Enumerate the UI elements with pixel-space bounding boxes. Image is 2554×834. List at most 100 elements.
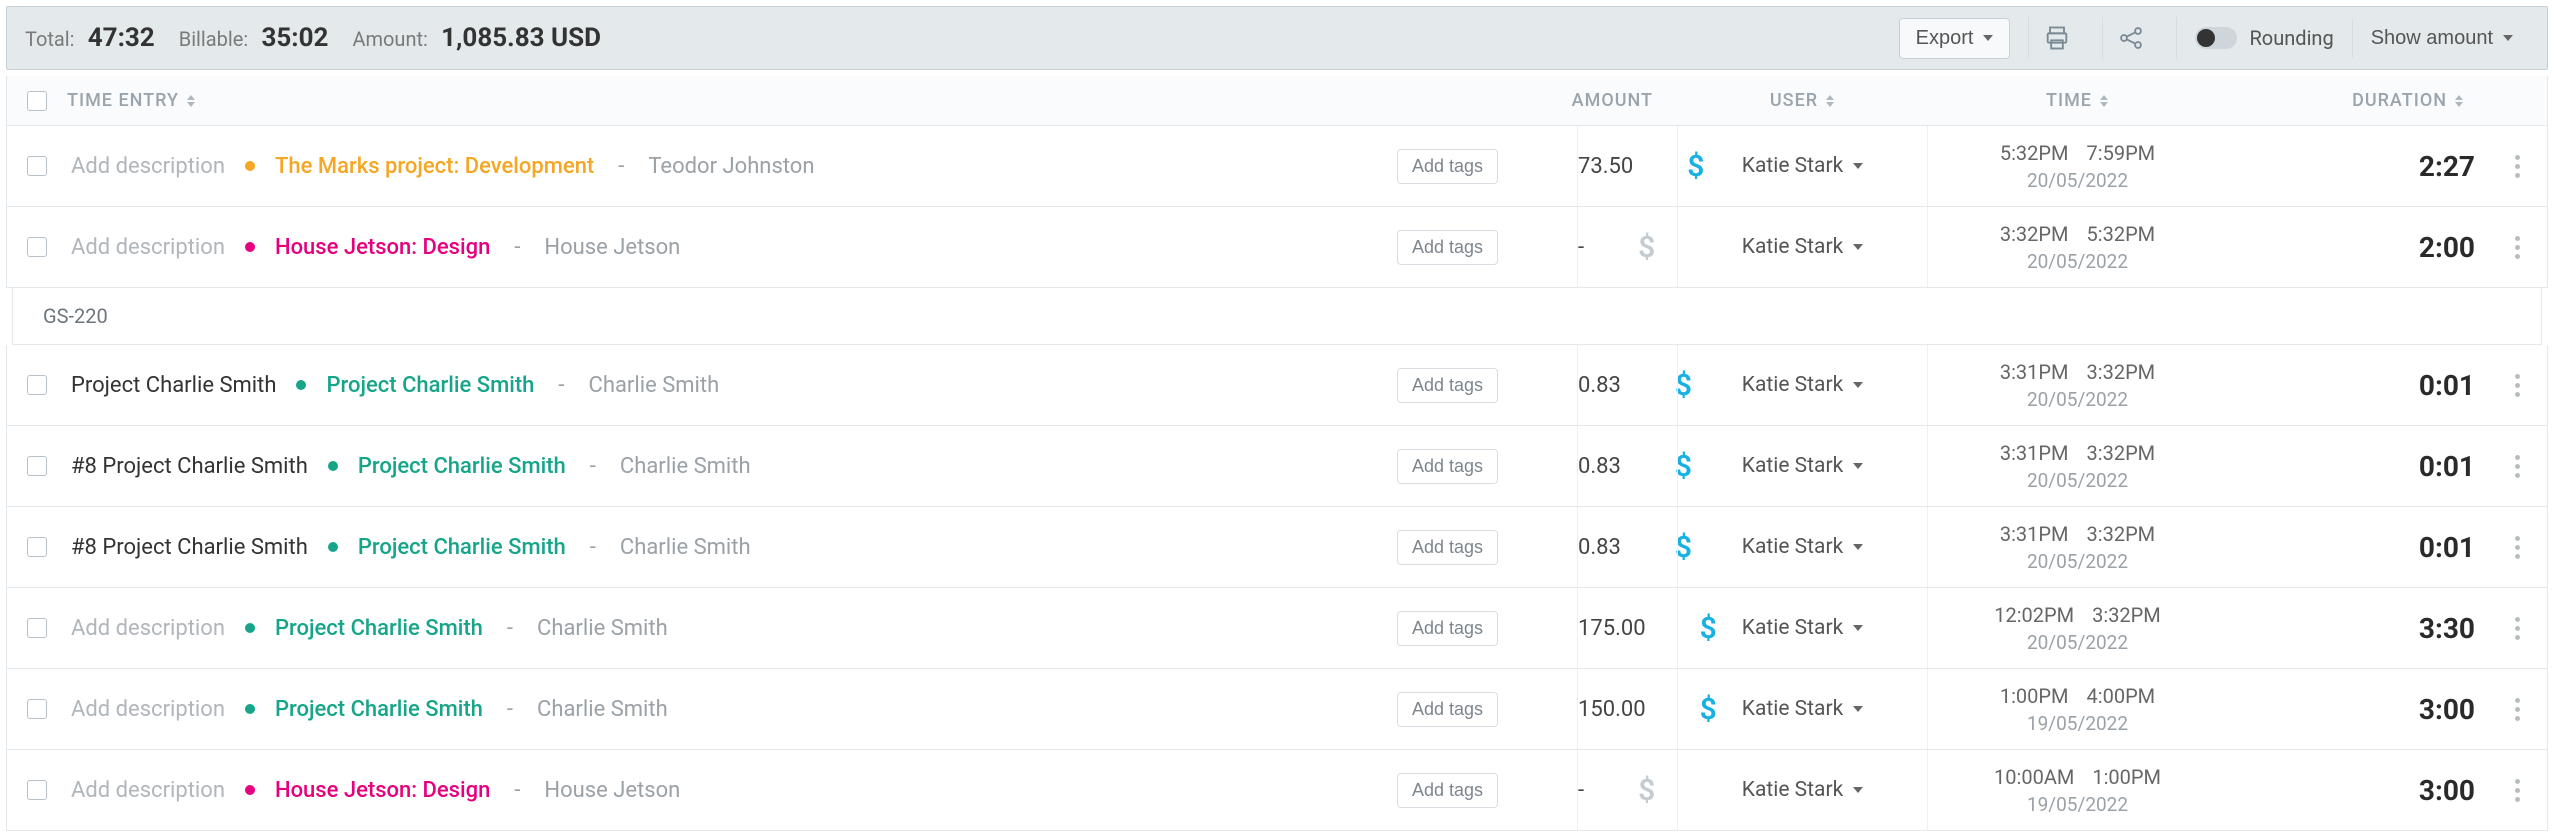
time-cell[interactable]: 1:00PM4:00PM19/05/2022: [1927, 669, 2227, 749]
col-duration[interactable]: DURATION: [2227, 90, 2487, 111]
row-more-button[interactable]: [2487, 536, 2547, 559]
entry-description[interactable]: Add description: [71, 154, 225, 179]
table-row: Add descriptionHouse Jetson: Design - Ho…: [6, 750, 2548, 831]
user-select[interactable]: Katie Stark: [1677, 207, 1927, 287]
add-tags-button[interactable]: Add tags: [1397, 611, 1498, 646]
time-cell[interactable]: 10:00AM1:00PM19/05/2022: [1927, 750, 2227, 830]
row-more-button[interactable]: [2487, 374, 2547, 397]
row-checkbox[interactable]: [27, 375, 47, 395]
row-more-button[interactable]: [2487, 236, 2547, 259]
time-cell[interactable]: 3:31PM3:32PM20/05/2022: [1927, 426, 2227, 506]
add-tags-button[interactable]: Add tags: [1397, 368, 1498, 403]
row-more-button[interactable]: [2487, 455, 2547, 478]
more-vertical-icon: [2515, 698, 2520, 721]
user-select[interactable]: Katie Stark: [1677, 588, 1927, 668]
description-cell[interactable]: #8 Project Charlie Smith Project Charlie …: [67, 454, 1397, 479]
add-tags-button[interactable]: Add tags: [1397, 773, 1498, 808]
user-select[interactable]: Katie Stark: [1677, 507, 1927, 587]
row-more-button[interactable]: [2487, 617, 2547, 640]
duration-value[interactable]: 3:30: [2227, 612, 2487, 645]
amount-value: 0.83: [1578, 535, 1647, 560]
time-end: 1:00PM: [2092, 765, 2161, 789]
description-cell[interactable]: Add descriptionProject Charlie Smith - C…: [67, 616, 1397, 641]
row-checkbox[interactable]: [27, 237, 47, 257]
project-name[interactable]: Project Charlie Smith: [326, 373, 534, 398]
billable-toggle[interactable]: $: [1628, 230, 1665, 265]
rounding-label: Rounding: [2249, 26, 2333, 50]
user-select[interactable]: Katie Stark: [1677, 126, 1927, 206]
user-select[interactable]: Katie Stark: [1677, 426, 1927, 506]
project-name[interactable]: House Jetson: Design: [275, 235, 490, 260]
duration-value[interactable]: 0:01: [2227, 450, 2487, 483]
col-time-entry[interactable]: TIME ENTRY: [67, 90, 1397, 111]
select-all-checkbox[interactable]: [27, 91, 47, 111]
description-cell[interactable]: Add descriptionHouse Jetson: Design - Ho…: [67, 778, 1397, 803]
duration-value[interactable]: 2:00: [2227, 231, 2487, 264]
add-tags-button[interactable]: Add tags: [1397, 692, 1498, 727]
entry-description[interactable]: #8 Project Charlie Smith: [71, 535, 308, 560]
sort-icon: [1826, 95, 1834, 107]
project-name[interactable]: Project Charlie Smith: [275, 616, 483, 641]
description-cell[interactable]: Add descriptionHouse Jetson: Design - Ho…: [67, 235, 1397, 260]
col-time[interactable]: TIME: [1927, 90, 2227, 111]
amount-value: -: [1578, 235, 1610, 260]
show-amount-label: Show amount: [2371, 27, 2493, 50]
time-cell[interactable]: 3:32PM5:32PM20/05/2022: [1927, 207, 2227, 287]
user-select[interactable]: Katie Stark: [1677, 669, 1927, 749]
time-date: 19/05/2022: [2027, 712, 2128, 735]
rounding-toggle[interactable]: [2195, 27, 2237, 49]
print-button[interactable]: [2028, 17, 2084, 59]
time-cell[interactable]: 3:31PM3:32PM20/05/2022: [1927, 507, 2227, 587]
user-select[interactable]: Katie Stark: [1677, 750, 1927, 830]
duration-value[interactable]: 2:27: [2227, 150, 2487, 183]
project-name[interactable]: Project Charlie Smith: [275, 697, 483, 722]
entry-description[interactable]: Add description: [71, 778, 225, 803]
duration-value[interactable]: 3:00: [2227, 774, 2487, 807]
user-select[interactable]: Katie Stark: [1677, 345, 1927, 425]
duration-value[interactable]: 0:01: [2227, 369, 2487, 402]
time-cell[interactable]: 5:32PM7:59PM20/05/2022: [1927, 126, 2227, 206]
row-checkbox[interactable]: [27, 537, 47, 557]
row-checkbox[interactable]: [27, 156, 47, 176]
amount-cell: 150.00$: [1577, 669, 1677, 749]
row-more-button[interactable]: [2487, 155, 2547, 178]
user-name: Katie Stark: [1742, 454, 1843, 478]
description-cell[interactable]: #8 Project Charlie Smith Project Charlie …: [67, 535, 1397, 560]
client-separator: -: [558, 373, 564, 398]
show-amount-button[interactable]: Show amount: [2352, 19, 2529, 58]
entry-description[interactable]: Add description: [71, 235, 225, 260]
col-user[interactable]: USER: [1677, 90, 1927, 111]
time-cell[interactable]: 12:02PM3:32PM20/05/2022: [1927, 588, 2227, 668]
time-cell[interactable]: 3:31PM3:32PM20/05/2022: [1927, 345, 2227, 425]
project-name[interactable]: Project Charlie Smith: [358, 454, 566, 479]
amount-cell: 175.00$: [1577, 588, 1677, 668]
row-checkbox[interactable]: [27, 456, 47, 476]
add-tags-button[interactable]: Add tags: [1397, 530, 1498, 565]
row-more-button[interactable]: [2487, 779, 2547, 802]
project-name[interactable]: House Jetson: Design: [275, 778, 490, 803]
col-amount[interactable]: AMOUNT: [1577, 90, 1677, 111]
row-checkbox[interactable]: [27, 618, 47, 638]
row-more-button[interactable]: [2487, 698, 2547, 721]
duration-value[interactable]: 3:00: [2227, 693, 2487, 726]
add-tags-button[interactable]: Add tags: [1397, 230, 1498, 265]
description-cell[interactable]: Add description The Marks project: Develo…: [67, 154, 1397, 179]
col-duration-label: DURATION: [2352, 90, 2447, 111]
row-checkbox[interactable]: [27, 780, 47, 800]
project-name[interactable]: The Marks project: Development: [275, 154, 594, 179]
project-name[interactable]: Project Charlie Smith: [358, 535, 566, 560]
description-cell[interactable]: Project Charlie Smith Project Charlie Smi…: [67, 373, 1397, 398]
entry-description[interactable]: Project Charlie Smith: [71, 373, 276, 398]
add-tags-button[interactable]: Add tags: [1397, 149, 1498, 184]
share-button[interactable]: [2102, 17, 2158, 59]
row-checkbox[interactable]: [27, 699, 47, 719]
entry-description[interactable]: Add description: [71, 697, 225, 722]
billable-toggle[interactable]: $: [1628, 773, 1665, 808]
export-button[interactable]: Export: [1899, 18, 2011, 59]
chevron-down-icon: [1853, 625, 1863, 631]
entry-description[interactable]: Add description: [71, 616, 225, 641]
entry-description[interactable]: #8 Project Charlie Smith: [71, 454, 308, 479]
duration-value[interactable]: 0:01: [2227, 531, 2487, 564]
add-tags-button[interactable]: Add tags: [1397, 449, 1498, 484]
description-cell[interactable]: Add descriptionProject Charlie Smith - C…: [67, 697, 1397, 722]
